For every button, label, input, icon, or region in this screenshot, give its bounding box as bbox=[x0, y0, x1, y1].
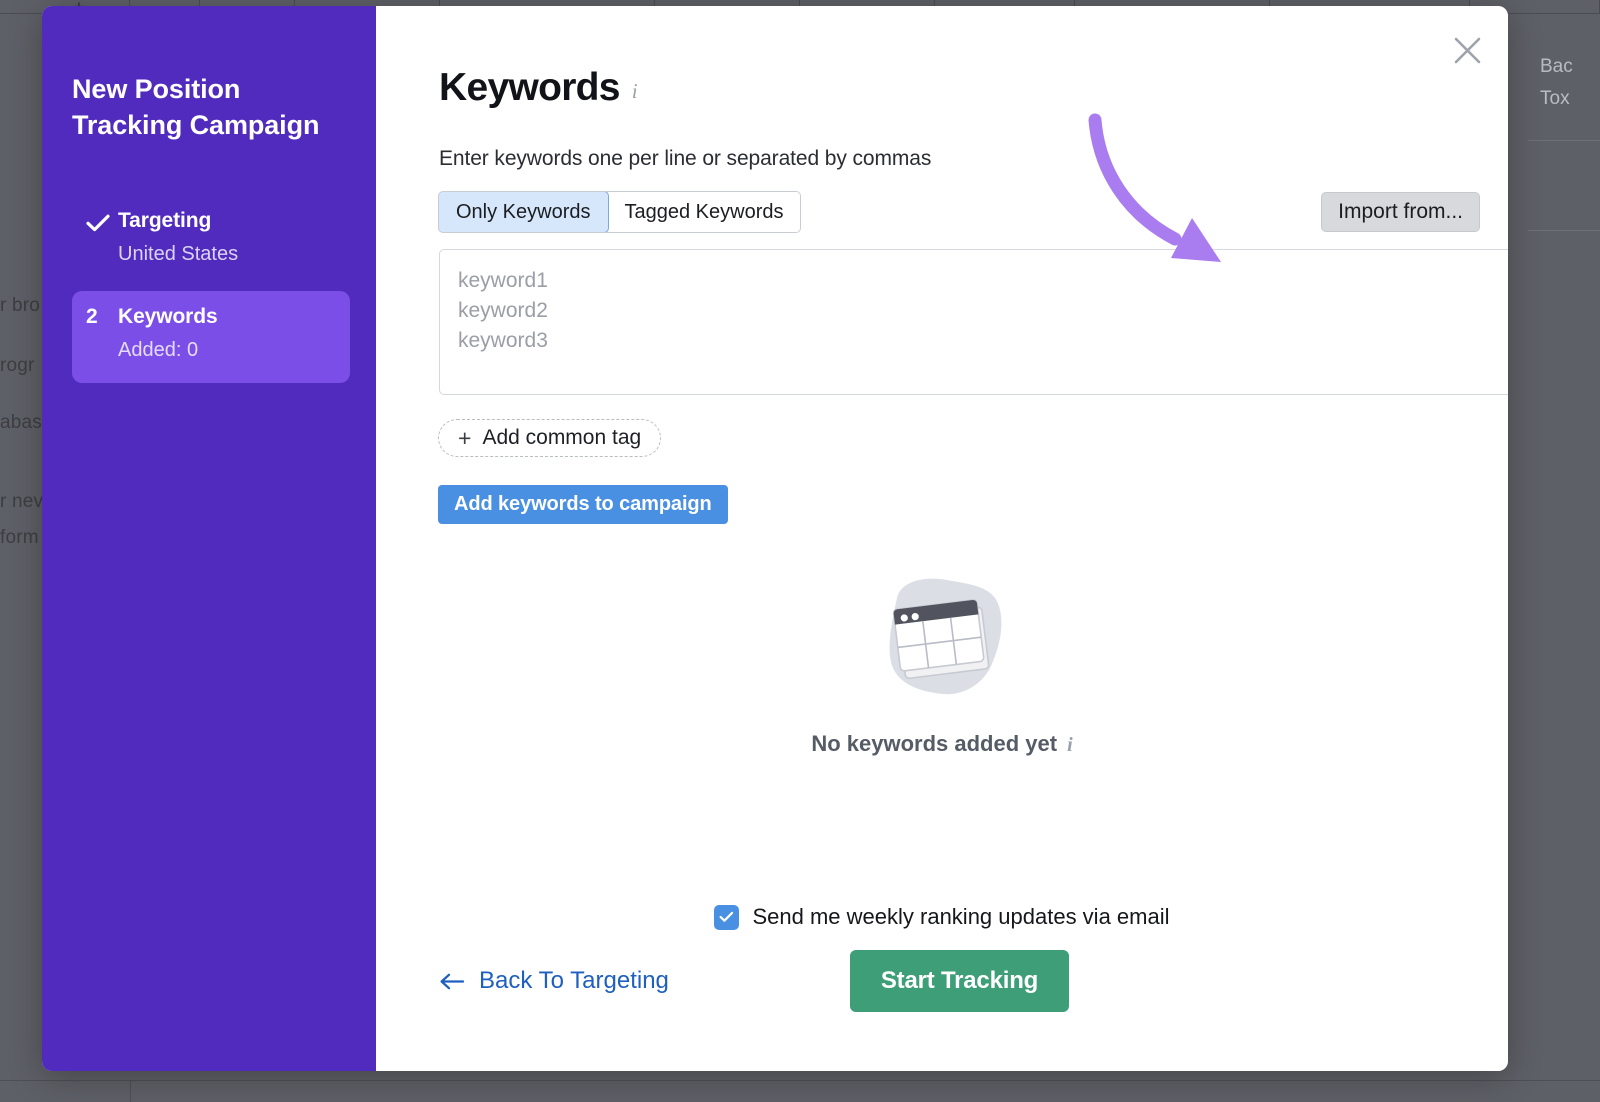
keywords-hint-text: Enter keywords one per line or separated… bbox=[439, 147, 932, 170]
wizard-sidebar: New Position Tracking Campaign Targeting… bbox=[42, 6, 376, 1071]
plus-icon: + bbox=[458, 424, 472, 451]
weekly-updates-row: Send me weekly ranking updates via email bbox=[376, 904, 1508, 930]
tab-tagged-keywords[interactable]: Tagged Keywords bbox=[607, 192, 801, 232]
step-label: Targeting bbox=[118, 209, 212, 233]
step-number: 2 bbox=[86, 305, 98, 329]
footer-actions: Back To Targeting Start Tracking bbox=[376, 950, 1508, 1012]
page-title: Keywords bbox=[439, 66, 620, 109]
step-check-icon bbox=[84, 205, 118, 232]
tab-only-keywords[interactable]: Only Keywords bbox=[439, 192, 609, 232]
arrow-left-icon bbox=[440, 973, 465, 989]
empty-table-illustration bbox=[867, 574, 1017, 707]
keywords-input[interactable] bbox=[439, 249, 1508, 395]
background-text-fragment: Bac bbox=[1540, 56, 1573, 77]
back-to-targeting-label: Back To Targeting bbox=[479, 967, 669, 994]
modal-content: Keywords i Enter keywords one per line o… bbox=[376, 6, 1508, 1071]
empty-state-caption-group: No keywords added yet i bbox=[811, 731, 1072, 757]
close-icon[interactable] bbox=[1446, 29, 1488, 71]
empty-state: No keywords added yet i bbox=[376, 574, 1508, 757]
add-common-tag-button[interactable]: + Add common tag bbox=[438, 419, 662, 457]
background-text-fragment: Tox bbox=[1540, 88, 1570, 109]
page-title-group: Keywords i bbox=[439, 66, 638, 110]
import-from-button[interactable]: Import from... bbox=[1321, 192, 1480, 232]
background-divider bbox=[1528, 230, 1600, 231]
wizard-step-keywords[interactable]: 2 Keywords Added: 0 bbox=[72, 291, 350, 384]
info-icon[interactable]: i bbox=[632, 80, 638, 102]
keyword-mode-tabs: Only Keywords Tagged Keywords bbox=[438, 191, 802, 233]
weekly-updates-checkbox[interactable] bbox=[714, 904, 740, 930]
background-divider bbox=[1528, 140, 1600, 141]
wizard-title: New Position Tracking Campaign bbox=[72, 74, 320, 140]
info-icon[interactable]: i bbox=[1067, 735, 1073, 755]
back-to-targeting-link[interactable]: Back To Targeting bbox=[439, 950, 669, 1012]
new-campaign-modal: New Position Tracking Campaign Targeting… bbox=[42, 6, 1508, 1071]
step-sublabel: Added: 0 bbox=[118, 339, 199, 362]
background-divider bbox=[130, 1080, 131, 1102]
background-divider bbox=[0, 1080, 1600, 1081]
add-common-tag-label: Add common tag bbox=[482, 426, 642, 449]
weekly-updates-label: Send me weekly ranking updates via email bbox=[752, 904, 1170, 929]
add-keywords-to-campaign-button[interactable]: Add keywords to campaign bbox=[438, 485, 728, 524]
empty-state-caption: No keywords added yet bbox=[811, 731, 1058, 756]
step-label: Keywords bbox=[118, 305, 218, 329]
start-tracking-button[interactable]: Start Tracking bbox=[849, 950, 1070, 1012]
step-sublabel: United States bbox=[118, 243, 239, 266]
wizard-step-targeting[interactable]: Targeting United States bbox=[72, 195, 350, 287]
